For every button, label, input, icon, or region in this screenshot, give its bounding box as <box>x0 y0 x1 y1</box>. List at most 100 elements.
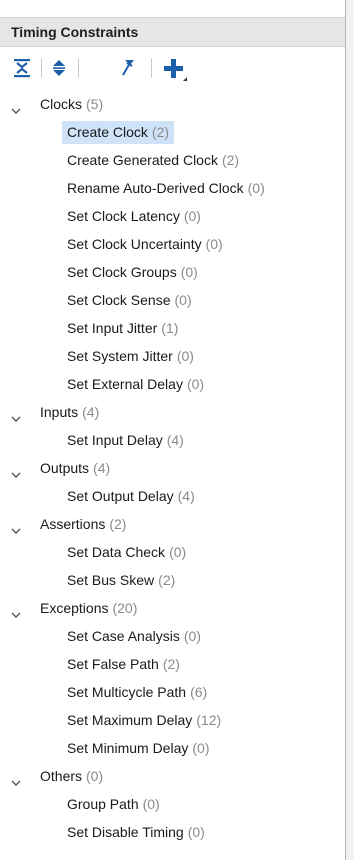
tree-item-label: Set Clock Sense (0) <box>67 286 192 314</box>
tree-category-exceptions[interactable]: Exceptions (20) <box>0 594 345 622</box>
category-name: Inputs <box>40 404 79 420</box>
item-name: Set Clock Uncertainty <box>67 236 202 252</box>
item-name: Set Input Jitter <box>67 320 158 336</box>
item-count: (0) <box>187 824 205 840</box>
item-name: Set External Delay <box>67 376 183 392</box>
tree-item-label: Set Data Check (0) <box>67 538 186 566</box>
tree-item[interactable]: Set Data Check (0) <box>0 538 345 566</box>
tree-item[interactable]: Set Clock Latency (0) <box>0 202 345 230</box>
category-name: Clocks <box>40 96 83 112</box>
tree-item[interactable]: Set Bus Skew (2) <box>0 566 345 594</box>
category-label: Clocks (5) <box>40 90 103 118</box>
chevron-down-icon[interactable] <box>10 406 22 422</box>
chevron-down-icon[interactable] <box>10 518 22 534</box>
tree-item[interactable]: Set Output Delay (4) <box>0 482 345 510</box>
tree-item[interactable]: Set Maximum Delay (12) <box>0 706 345 734</box>
tree-item[interactable]: Set Input Jitter (1) <box>0 314 345 342</box>
tree-item[interactable]: Set External Delay (0) <box>0 370 345 398</box>
tree-item-label: Set Clock Latency (0) <box>67 202 201 230</box>
item-count: (0) <box>183 208 201 224</box>
tree-category-clocks[interactable]: Clocks (5) <box>0 90 345 118</box>
tree-item-label: Set Output Delay (4) <box>67 482 195 510</box>
tree-item-label: Set False Path (2) <box>67 650 180 678</box>
item-count: (0) <box>192 740 210 756</box>
item-count: (0) <box>186 376 205 392</box>
tree-item[interactable]: Set Case Analysis (0) <box>0 622 345 650</box>
tree-item-label: Create Clock (2) <box>67 118 169 146</box>
item-count: (12) <box>196 712 222 728</box>
tree-item[interactable]: Group Path (0) <box>0 790 345 818</box>
item-count: (2) <box>151 124 170 140</box>
expand-all-icon[interactable] <box>48 57 70 79</box>
toolbar <box>0 48 345 86</box>
tree-item[interactable]: Set Clock Groups (0) <box>0 258 345 286</box>
tree-item-label: Set Disable Timing (0) <box>67 818 205 846</box>
tree-category-outputs[interactable]: Outputs (4) <box>0 454 345 482</box>
tree-item[interactable]: Set False Path (2) <box>0 650 345 678</box>
item-name: Set Clock Groups <box>67 264 177 280</box>
item-count: (0) <box>176 348 194 364</box>
category-name: Assertions <box>40 516 106 532</box>
category-label: Assertions (2) <box>40 510 126 538</box>
item-name: Create Clock <box>67 124 148 140</box>
item-count: (2) <box>158 572 176 588</box>
category-count: (4) <box>93 460 111 476</box>
tree-item[interactable]: Create Clock (2) <box>0 118 345 146</box>
adjacent-panel-edge <box>346 0 354 860</box>
panel-title: Timing Constraints <box>11 24 139 40</box>
tree-category-assertions[interactable]: Assertions (2) <box>0 510 345 538</box>
tree-item-label: Set System Jitter (0) <box>67 342 194 370</box>
item-count: (4) <box>166 432 184 448</box>
tree-item-label: Set Case Analysis (0) <box>67 622 201 650</box>
chevron-down-icon[interactable] <box>10 602 22 618</box>
tree-item-label: Group Path (0) <box>67 790 160 818</box>
timing-constraints-panel: Timing Constraints Clocks (5) Create Clo… <box>0 0 345 860</box>
category-count: (20) <box>112 600 138 616</box>
tree-item[interactable]: Set Clock Uncertainty (0) <box>0 230 345 258</box>
add-icon[interactable] <box>162 57 187 81</box>
item-count: (0) <box>174 292 192 308</box>
tree-item-label: Set Minimum Delay (0) <box>67 734 210 762</box>
chevron-down-icon[interactable] <box>10 462 22 478</box>
panel-header: Timing Constraints <box>0 17 345 47</box>
tree-item[interactable]: Set Minimum Delay (0) <box>0 734 345 762</box>
toolbar-separator <box>151 58 152 78</box>
tree-item[interactable]: Set Multicycle Path (6) <box>0 678 345 706</box>
tree-item[interactable]: Set Disable Timing (0) <box>0 818 345 846</box>
collapse-all-icon[interactable] <box>11 57 33 79</box>
item-count: (0) <box>183 628 201 644</box>
category-name: Others <box>40 768 83 784</box>
item-name: Set Clock Latency <box>67 208 180 224</box>
tree-item[interactable]: Set Clock Sense (0) <box>0 286 345 314</box>
item-name: Set Output Delay <box>67 488 174 504</box>
tree-item-label: Set Multicycle Path (6) <box>67 678 207 706</box>
item-name: Set Data Check <box>67 544 166 560</box>
item-name: Set System Jitter <box>67 348 173 364</box>
item-name: Set Multicycle Path <box>67 684 187 700</box>
item-name: Group Path <box>67 796 139 812</box>
item-count: (2) <box>162 656 180 672</box>
tree-item-label: Set Maximum Delay (12) <box>67 706 221 734</box>
item-name: Rename Auto-Derived Clock <box>67 180 244 196</box>
tree-item-label: Set Clock Groups (0) <box>67 258 198 286</box>
tree-item[interactable]: Create Generated Clock (2) <box>0 146 345 174</box>
tree-item[interactable]: Set Input Delay (4) <box>0 426 345 454</box>
chevron-down-icon[interactable] <box>10 98 22 114</box>
tree-item[interactable]: Rename Auto-Derived Clock (0) <box>0 174 345 202</box>
pin-icon[interactable] <box>116 57 138 79</box>
tree-item[interactable]: Set System Jitter (0) <box>0 342 345 370</box>
item-name: Set Clock Sense <box>67 292 171 308</box>
tree-category-inputs[interactable]: Inputs (4) <box>0 398 345 426</box>
item-name: Set Maximum Delay <box>67 712 193 728</box>
category-label: Exceptions (20) <box>40 594 137 622</box>
category-label: Others (0) <box>40 762 103 790</box>
tree-item-label: Set External Delay (0) <box>67 370 204 398</box>
toolbar-separator <box>78 58 79 78</box>
tree-item-label: Set Clock Uncertainty (0) <box>67 230 223 258</box>
chevron-down-icon[interactable] <box>10 770 22 786</box>
tree-category-others[interactable]: Others (0) <box>0 762 345 790</box>
category-name: Exceptions <box>40 600 109 616</box>
tree-item-label: Set Input Delay (4) <box>67 426 184 454</box>
category-label: Inputs (4) <box>40 398 99 426</box>
category-count: (5) <box>86 96 104 112</box>
